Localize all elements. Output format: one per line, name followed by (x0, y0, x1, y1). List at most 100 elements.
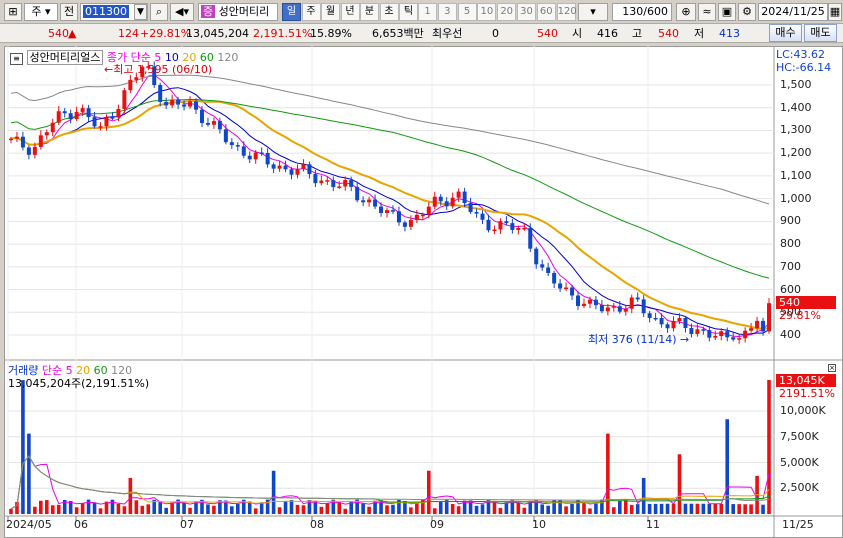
volume-bar (480, 504, 485, 514)
candle-body (80, 108, 85, 112)
price-tick-label: 1,400 (780, 100, 812, 114)
candle-body (205, 123, 210, 125)
time-tick-label: 09 (430, 518, 444, 531)
candle-body (767, 303, 772, 332)
candle-body (50, 122, 55, 133)
candle-body (122, 90, 127, 109)
volume-bar (546, 505, 550, 514)
time-tick-label: 10 (532, 518, 546, 531)
candle-body (361, 200, 366, 203)
volume-bar (56, 504, 61, 514)
volume-bar (319, 506, 324, 514)
volume-bar (761, 504, 765, 514)
candle-body (68, 113, 73, 120)
candle-body (337, 186, 342, 188)
volume-bar (492, 501, 497, 514)
candle-body (265, 153, 270, 165)
volume-bar (606, 433, 610, 514)
volume-bar (158, 501, 163, 514)
volume-bar (415, 503, 419, 514)
candle-body (283, 165, 288, 170)
time-tick-label: 11 (646, 518, 660, 531)
volume-bar (355, 499, 359, 514)
candle-body (737, 338, 742, 340)
candle-body (665, 324, 670, 329)
candle-body (599, 305, 604, 312)
hc-label: HC:-66.14 (776, 61, 832, 74)
candle-body (528, 227, 533, 249)
candle-body (229, 142, 234, 146)
volume-bar (474, 505, 479, 514)
time-tick-label: 07 (180, 518, 194, 531)
candle-body (271, 164, 276, 169)
volume-bar (277, 507, 282, 514)
time-tick-label: 06 (74, 518, 88, 531)
candle-body (581, 303, 586, 306)
volume-bar (617, 500, 622, 514)
volume-bar (647, 503, 652, 514)
price-tick-label: 700 (780, 259, 801, 273)
candle-body (641, 299, 646, 314)
volume-bar (743, 504, 747, 514)
candle-body (373, 199, 378, 207)
candle-body (677, 318, 682, 322)
candle-body (653, 317, 658, 320)
volume-bar (301, 505, 306, 514)
volume-bar (665, 503, 670, 514)
volume-bar (713, 503, 718, 514)
volume-bar (677, 454, 682, 514)
volume-bar (409, 507, 413, 514)
candle-body (492, 229, 497, 232)
candle-body (217, 121, 222, 130)
candle-body (289, 169, 294, 175)
candle-body (223, 129, 228, 143)
volume-bar (134, 500, 139, 514)
candle-body (707, 330, 712, 338)
volume-bar (337, 501, 342, 514)
volume-bar (522, 507, 527, 514)
candle-body (313, 174, 318, 184)
volume-bar (737, 504, 741, 514)
volume-bar (39, 500, 43, 514)
candle-body (301, 164, 306, 169)
chart-menu-icon[interactable]: ≡ (10, 53, 23, 65)
volume-bar (361, 503, 365, 514)
price-tick-label: 600 (780, 282, 801, 296)
candle-body (307, 164, 312, 175)
candle-body (92, 117, 97, 127)
volume-bar (50, 505, 55, 514)
candle-body (462, 191, 467, 204)
candle-body (659, 317, 664, 325)
stock-title[interactable]: 성안머티리얼스 (26, 50, 104, 65)
candle-body (325, 180, 330, 182)
volume-bar (74, 507, 79, 514)
volume-tick-label: 10,000K (780, 404, 826, 417)
price-tick-label: 1,100 (780, 168, 812, 182)
candle-body (725, 331, 730, 338)
candle-body (444, 201, 449, 207)
low-marker-label: 최저 376 (11/14) → (588, 333, 690, 346)
candle-body (420, 214, 425, 217)
candle-body (182, 104, 187, 107)
volume-bar (116, 503, 121, 514)
volume-bar (295, 504, 300, 514)
price-panel-close-icon[interactable]: × (828, 364, 836, 372)
volume-bar (98, 508, 103, 514)
volume-bar (92, 502, 97, 514)
price-volume-chart[interactable] (0, 0, 843, 538)
volume-bar (749, 504, 753, 514)
volume-bar (128, 477, 133, 514)
candle-body (522, 227, 527, 230)
candle-body (564, 287, 569, 290)
candle-body (14, 136, 19, 139)
lc-label: LC:43.62 (776, 48, 826, 61)
candle-body (605, 307, 610, 312)
ma-period-120[interactable]: 120 (214, 51, 238, 64)
candle-body (194, 101, 199, 110)
candle-body (647, 313, 652, 318)
candle-body (623, 308, 628, 312)
candle-body (367, 199, 372, 203)
volume-bar (230, 506, 234, 514)
price-tick-label: 1,500 (780, 78, 812, 91)
volume-bar (564, 506, 568, 514)
